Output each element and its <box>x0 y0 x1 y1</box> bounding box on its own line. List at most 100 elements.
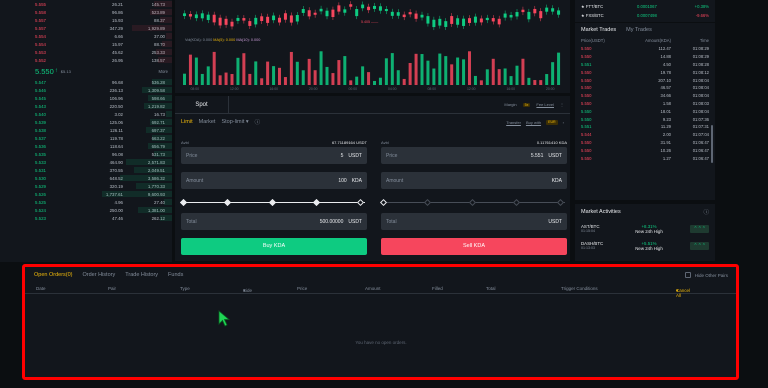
slider-step-25[interactable] <box>423 198 432 206</box>
order-type-right: Transfer Buy with EUR › <box>506 119 564 125</box>
last-price-row[interactable]: 5.550 ↑ $5.13 More <box>0 64 172 78</box>
info-icon[interactable]: ⓘ <box>703 208 709 216</box>
ask-row[interactable]: 5.558 96.86 523.89 <box>0 8 172 16</box>
slider-step-25[interactable] <box>223 198 232 206</box>
time-tick: 20:00 <box>309 87 318 91</box>
depth-bar <box>160 17 172 23</box>
candle-body <box>390 11 394 16</box>
slider-step-100[interactable] <box>556 198 565 206</box>
tab-order-history[interactable]: Order History <box>83 272 116 278</box>
ask-row[interactable]: 5.552 26.95 138.57 <box>0 56 172 64</box>
ask-row[interactable]: 5.555 26.21 145.73 <box>0 0 172 8</box>
more-link[interactable]: More <box>158 69 168 74</box>
bid-row[interactable]: 5.525 4.96 27.40 <box>0 198 172 206</box>
bid-row[interactable]: 5.530 648.52 3,586.32 <box>0 174 172 182</box>
bid-row[interactable]: 5.538 126.11 697.37 <box>0 126 172 134</box>
slider-step-50[interactable] <box>468 198 477 206</box>
bid-row[interactable]: 5.546 236.13 1,309.58 <box>0 86 172 94</box>
bid-price: 5.525 <box>35 199 46 205</box>
tab-funds[interactable]: Funds <box>168 272 183 278</box>
tab-trade-history[interactable]: Trade History <box>125 272 158 278</box>
ask-row[interactable]: 5.553 45.62 253.33 <box>0 48 172 56</box>
fee-level-link[interactable]: Fee Level <box>536 102 554 107</box>
sell-button[interactable]: Sell KDA <box>381 238 567 255</box>
buy-price-value: 5 <box>340 152 344 159</box>
bid-row[interactable]: 5.537 119.78 663.22 <box>0 134 172 142</box>
candlestick-chart[interactable] <box>175 0 570 93</box>
bid-row[interactable]: 5.533 464.90 2,571.83 <box>0 158 172 166</box>
activity-row[interactable]: AST/BTC 01:15:04 +8.31% New 24h High ⌃⌃⌃ <box>575 220 715 237</box>
bid-price: 5.538 <box>35 127 46 133</box>
candle-body <box>438 18 442 26</box>
hide-other-pairs[interactable]: Hide Other Pairs <box>684 272 728 278</box>
ask-price: 5.555 <box>35 1 46 7</box>
tab-my-trades[interactable]: My Trades <box>626 27 652 33</box>
activity-row[interactable]: DASH/BTC 01:13:03 +5.51% New 24h High ⌃⌃⌃ <box>575 237 715 254</box>
activity-info: +5.51% New 24h High <box>621 241 677 251</box>
ask-row[interactable]: 5.557 15.93 88.37 <box>0 16 172 24</box>
tab-open-orders[interactable]: Open Orders(0) <box>34 272 73 278</box>
sell-total-field[interactable]: Total USDT <box>381 213 567 230</box>
buy-avail-label: Avbl <box>181 139 189 145</box>
volume-bar <box>355 76 359 85</box>
trade-price: 5.550 <box>581 93 592 99</box>
buy-price-label: Price <box>186 152 198 159</box>
slider-step-50[interactable] <box>268 198 277 206</box>
bid-row[interactable]: 5.524 250.00 1,381.00 <box>0 206 172 214</box>
bid-row[interactable]: 5.526 1,737.61 9,600.93 <box>0 190 172 198</box>
bid-row[interactable]: 5.540 3.02 16.73 <box>0 110 172 118</box>
tab-stop-limit[interactable]: Stop-limit ▾ <box>221 119 248 125</box>
volume-ma5: MA(5): 0.000 <box>213 38 236 42</box>
buy-amount-field[interactable]: Amount 100 KDA <box>181 172 367 189</box>
slider-step-0[interactable] <box>179 198 188 206</box>
volume-bar <box>236 57 240 85</box>
tab-spot[interactable]: Spot <box>175 96 229 113</box>
bid-row[interactable]: 5.539 125.06 692.71 <box>0 118 172 126</box>
sell-price-field[interactable]: Price 5.551 USDT <box>381 147 567 164</box>
buy-total-field[interactable]: Total 500.00000 USDT <box>181 213 367 230</box>
pair-ticker-row[interactable]: ★ FXS/BTC 0.0007498 -9.66% <box>581 11 709 20</box>
bid-row[interactable]: 5.531 370.55 2,049.51 <box>0 166 172 174</box>
trades-scrollbar[interactable] <box>711 125 713 163</box>
sell-percent-slider[interactable] <box>379 197 567 207</box>
time-tick: 08:00 <box>190 87 200 91</box>
bid-row[interactable]: 5.543 220.50 1,219.82 <box>0 102 172 110</box>
slider-handle[interactable] <box>379 198 388 206</box>
tab-market-trades[interactable]: Market Trades <box>581 27 616 33</box>
activity-trend-icon[interactable]: ⌃⌃⌃ <box>690 241 709 250</box>
bid-row[interactable]: 5.523 47.46 262.12 <box>0 214 172 222</box>
slider-step-75[interactable] <box>312 198 321 206</box>
buy-amount-label: Amount <box>186 177 204 184</box>
more-vert-icon[interactable]: ⋮ <box>560 102 564 107</box>
bid-row[interactable]: 5.545 106.96 598.66 <box>0 94 172 102</box>
slider-handle[interactable] <box>356 198 365 206</box>
ask-row[interactable]: 5.557 347.29 1,929.89 <box>0 24 172 32</box>
market-activities-header: Market Activities ⓘ <box>575 204 715 220</box>
info-icon[interactable]: ⓘ <box>255 118 261 126</box>
trade-price: 5.550 <box>581 155 592 161</box>
margin-link[interactable]: Margin <box>504 102 516 107</box>
transfer-link[interactable]: Transfer <box>506 120 521 125</box>
bid-row[interactable]: 5.529 320.19 1,770.33 <box>0 182 172 190</box>
bid-row[interactable]: 5.547 96.68 536.28 <box>0 78 172 86</box>
tab-market[interactable]: Market <box>199 119 216 125</box>
pair-ticker-row[interactable]: ★ FTT/BTC 0.0001067 +0.38% <box>581 2 709 11</box>
buy-button[interactable]: Buy KDA <box>181 238 367 255</box>
buy-amount-unit: KDA <box>351 177 362 184</box>
buy-price-field[interactable]: Price 5 USDT <box>181 147 367 164</box>
slider-step-75[interactable] <box>512 198 521 206</box>
buy-with-link[interactable]: Buy with <box>526 120 541 125</box>
sell-amount-field[interactable]: Amount KDA <box>381 172 567 189</box>
buy-form: Avbl 67.71189164 USDT Price 5 USDT Amoun… <box>179 137 367 255</box>
ask-row[interactable]: 5.554 15.97 88.70 <box>0 40 172 48</box>
tab-limit[interactable]: Limit <box>181 119 193 125</box>
ask-row[interactable]: 5.554 6.66 37.00 <box>0 32 172 40</box>
activity-trend-icon[interactable]: ⌃⌃⌃ <box>690 224 709 233</box>
bid-row[interactable]: 5.535 96.08 531.73 <box>0 150 172 158</box>
price-chart[interactable]: 5.405 —— Vol(KDA): 0.000 MA(5): 0.000 MA… <box>175 0 570 93</box>
pair-name: ★ FTT/BTC <box>581 4 604 9</box>
trade-amount: 1.58 <box>662 100 671 106</box>
bid-row[interactable]: 5.536 118.64 656.79 <box>0 142 172 150</box>
hide-other-pairs-checkbox[interactable] <box>684 272 691 278</box>
buy-percent-slider[interactable] <box>179 197 367 207</box>
